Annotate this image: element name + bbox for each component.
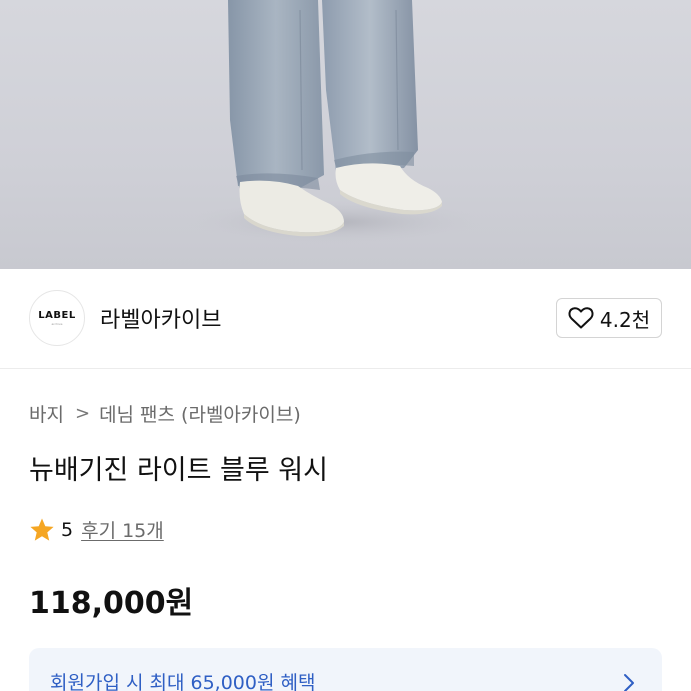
product-photo-illustration bbox=[185, 0, 485, 244]
brand-logo[interactable]: LABEL archive bbox=[29, 290, 85, 346]
reviews-link[interactable]: 후기 15개 bbox=[81, 516, 164, 543]
benefit-text: 회원가입 시 최대 65,000원 혜택 bbox=[50, 672, 316, 691]
like-button[interactable]: 4.2천 bbox=[556, 298, 662, 338]
heart-outline-icon bbox=[568, 307, 594, 329]
rating-score: 5 bbox=[61, 518, 74, 541]
breadcrumb-separator: > bbox=[74, 403, 91, 424]
section-divider bbox=[0, 368, 691, 369]
breadcrumb: 바지 > 데님 팬츠 (라벨아카이브) bbox=[29, 400, 301, 427]
product-rating: 5 후기 15개 bbox=[29, 516, 164, 543]
brand-row[interactable]: LABEL archive 라벨아카이브 4.2천 bbox=[0, 269, 691, 369]
product-price: 118,000원 bbox=[29, 586, 194, 621]
brand-name[interactable]: 라벨아카이브 bbox=[100, 302, 221, 334]
chevron-right-icon bbox=[624, 674, 634, 691]
breadcrumb-category[interactable]: 바지 bbox=[29, 400, 64, 427]
product-image[interactable] bbox=[0, 0, 691, 269]
brand-logo-text: LABEL bbox=[38, 310, 76, 321]
product-title: 뉴배기진 라이트 블루 워시 bbox=[29, 455, 328, 486]
breadcrumb-subcategory[interactable]: 데님 팬츠 (라벨아카이브) bbox=[99, 400, 301, 427]
star-icon bbox=[30, 518, 54, 541]
like-count: 4.2천 bbox=[599, 307, 651, 332]
signup-benefit-banner[interactable]: 회원가입 시 최대 65,000원 혜택 bbox=[29, 648, 662, 691]
brand-logo-subtext: archive bbox=[51, 322, 63, 326]
